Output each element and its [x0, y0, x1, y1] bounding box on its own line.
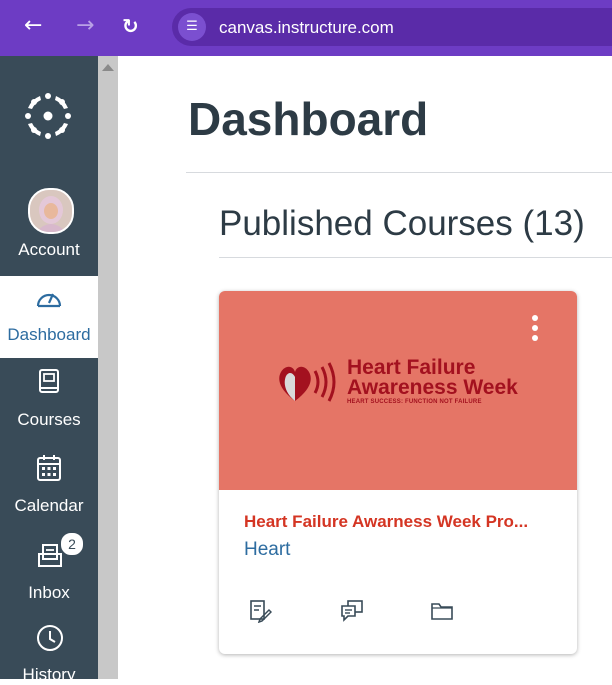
- nav-account[interactable]: Account: [0, 182, 98, 262]
- address-bar[interactable]: ☰ canvas.instructure.com: [172, 8, 612, 46]
- nav-history[interactable]: History: [0, 622, 98, 684]
- global-nav-sidebar: Account Dashboard Courses Calendar 2 Inb…: [0, 56, 98, 684]
- sidebar-scrollbar[interactable]: [98, 56, 118, 679]
- assignments-icon[interactable]: [248, 599, 272, 623]
- files-folder-icon[interactable]: [430, 599, 454, 623]
- site-settings-icon[interactable]: ☰: [178, 13, 206, 41]
- course-card-options-icon[interactable]: [529, 315, 541, 349]
- section-title: Published Courses (13): [219, 204, 585, 243]
- avatar: [28, 188, 74, 234]
- nav-dashboard[interactable]: Dashboard: [0, 276, 98, 358]
- nav-calendar[interactable]: Calendar: [0, 446, 98, 526]
- section-divider: [219, 257, 612, 258]
- page-title: Dashboard: [188, 93, 429, 145]
- calendar-icon: [37, 455, 61, 481]
- course-card-hero[interactable]: Heart Failure Awareness Week HEART SUCCE…: [219, 291, 577, 490]
- scroll-up-arrow-icon[interactable]: [102, 64, 114, 71]
- inbox-unread-badge: 2: [60, 532, 84, 556]
- nav-courses-label: Courses: [17, 410, 81, 429]
- nav-dashboard-label: Dashboard: [7, 325, 91, 344]
- course-card[interactable]: Heart Failure Awareness Week HEART SUCCE…: [219, 291, 577, 654]
- nav-history-label: History: [22, 665, 76, 684]
- canvas-logo-icon[interactable]: [23, 91, 73, 141]
- discussions-icon[interactable]: [340, 599, 364, 623]
- dashboard-icon: [36, 293, 62, 308]
- nav-inbox-label: Inbox: [28, 583, 70, 602]
- heart-logo-icon: [279, 362, 336, 402]
- heart-failure-logo: Heart Failure Awareness Week HEART SUCCE…: [275, 353, 518, 421]
- nav-calendar-label: Calendar: [14, 496, 84, 515]
- course-code: Heart: [244, 539, 291, 560]
- hero-title-line2: Awareness Week: [347, 376, 518, 399]
- nav-courses[interactable]: Courses: [0, 360, 98, 440]
- browser-toolbar: ← → ↻ ☰ canvas.instructure.com: [0, 0, 612, 56]
- courses-icon: [39, 369, 59, 393]
- url-text[interactable]: canvas.instructure.com: [219, 18, 394, 38]
- nav-account-label: Account: [18, 240, 80, 259]
- title-divider: [186, 172, 612, 173]
- reload-icon[interactable]: ↻: [122, 14, 139, 38]
- hero-tagline: HEART SUCCESS: FUNCTION NOT FAILURE: [347, 399, 482, 405]
- back-arrow-icon[interactable]: ←: [24, 14, 42, 38]
- course-name-link[interactable]: Heart Failure Awarness Week Pro...: [244, 512, 564, 532]
- nav-inbox[interactable]: 2 Inbox: [0, 532, 98, 614]
- forward-arrow-icon[interactable]: →: [76, 14, 94, 38]
- clock-icon: [37, 625, 63, 651]
